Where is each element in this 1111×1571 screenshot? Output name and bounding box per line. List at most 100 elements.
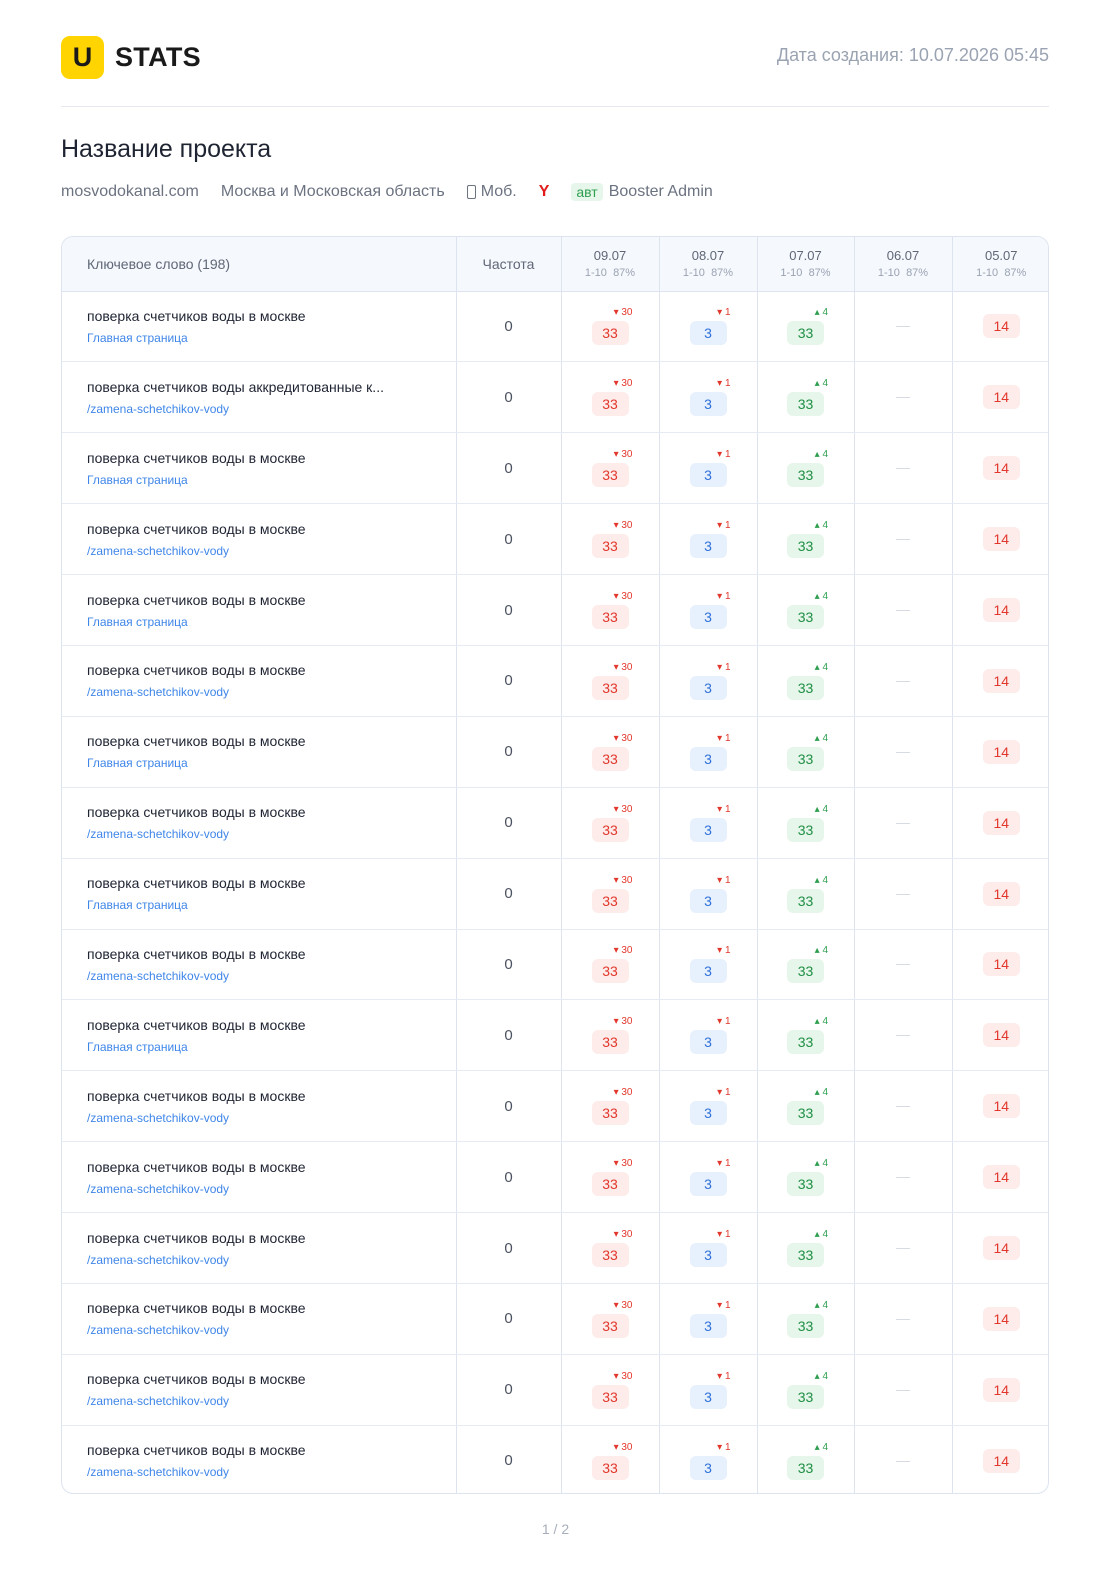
change-value: 30 <box>621 1087 633 1099</box>
position-block: ▴ 4 33 <box>787 1016 828 1055</box>
frequency-column-header[interactable]: Частота <box>456 237 562 292</box>
no-position: — <box>896 1309 910 1326</box>
position-cell: ▴ 4 33 <box>757 787 855 859</box>
keyword-url-link[interactable]: /zamena-schetchikov-vody <box>87 969 456 983</box>
position-badge: 33 <box>591 1455 629 1480</box>
position-block: ▾ 1 3 <box>689 1158 731 1197</box>
keyword-url-link[interactable]: /zamena-schetchikov-vody <box>87 1323 456 1337</box>
position-change: ▴ 4 <box>815 1229 828 1240</box>
arrow-up-icon: ▴ <box>814 378 820 390</box>
date-column-header[interactable]: 09.07 1-10 87% <box>561 237 660 292</box>
keyword-url-link[interactable]: /zamena-schetchikov-vody <box>87 1253 456 1267</box>
keyword-url-link[interactable]: /zamena-schetchikov-vody <box>87 402 456 416</box>
position-block: ▾ 1 3 <box>689 449 731 488</box>
no-position: — <box>896 884 910 901</box>
arrow-down-icon: ▾ <box>717 520 723 532</box>
position-change: ▾ 1 <box>717 1300 730 1311</box>
position-badge: 33 <box>591 675 629 700</box>
position-cell: ▾ 1 3 <box>659 1212 758 1284</box>
position-block: ▾ 30 33 <box>591 378 633 417</box>
auto-badge: авт <box>571 183 603 201</box>
position-cell: — <box>854 858 953 930</box>
position-badge: 3 <box>689 1243 727 1268</box>
keyword-url-link[interactable]: /zamena-schetchikov-vody <box>87 1465 456 1479</box>
keyword-text: поверка счетчиков воды в москве <box>87 1300 306 1317</box>
position-cell: — <box>854 1141 953 1214</box>
position-cell: 14 <box>952 1283 1048 1355</box>
position-badge: 3 <box>689 675 727 700</box>
position-cell: 14 <box>952 999 1048 1072</box>
position-change: ▾ 1 <box>717 1371 730 1382</box>
position-change: ▾ 30 <box>614 1087 633 1098</box>
top-range: 1-10 <box>682 267 705 280</box>
keyword-url-link[interactable]: /zamena-schetchikov-vody <box>87 685 456 699</box>
position-cell: 14 <box>952 291 1048 363</box>
position-change: ▾ 1 <box>717 591 730 602</box>
change-value: 4 <box>822 520 828 532</box>
position-block: ▾ 1 3 <box>689 875 731 913</box>
keyword-text: поверка счетчиков воды в москве <box>87 307 306 324</box>
keyword-url-link[interactable]: Главная страница <box>87 1040 456 1054</box>
change-value: 1 <box>724 1441 731 1453</box>
frequency-cell: 0 <box>456 291 562 363</box>
arrow-down-icon: ▾ <box>717 661 723 673</box>
change-value: 30 <box>621 661 633 673</box>
date-column-header[interactable]: 05.07 1-10 87% <box>952 237 1048 292</box>
position-badge: 3 <box>689 746 727 771</box>
position-block: ▴ 4 33 <box>787 1371 828 1409</box>
position-cell: ▴ 4 33 <box>757 432 855 505</box>
position-cell: ▾ 30 33 <box>561 1070 660 1143</box>
date-column-header[interactable]: 06.07 1-10 87% <box>854 237 953 292</box>
position-change: ▾ 1 <box>717 804 730 815</box>
position-badge: 14 <box>982 881 1020 906</box>
position-block: ▾ 1 3 <box>689 378 731 417</box>
keyword-url-link[interactable]: Главная страница <box>87 756 456 770</box>
position-badge: 14 <box>982 952 1020 977</box>
keyword-url-link[interactable]: Главная страница <box>87 473 456 487</box>
position-cell: ▾ 1 3 <box>659 432 758 505</box>
position-cell: ▾ 1 3 <box>659 361 758 434</box>
keyword-url-link[interactable]: /zamena-schetchikov-vody <box>87 544 456 558</box>
position-change: ▾ 30 <box>614 520 633 531</box>
keyword-url-link[interactable]: /zamena-schetchikov-vody <box>87 1182 456 1196</box>
keyword-url-link[interactable]: Главная страница <box>87 331 456 345</box>
change-value: 1 <box>724 732 731 744</box>
position-block: ▴ 4 33 <box>787 1229 828 1268</box>
position-cell: ▴ 4 33 <box>757 574 855 646</box>
position-badge: 33 <box>591 1243 629 1268</box>
keyword-text: поверка счетчиков воды в москве <box>87 520 306 537</box>
yandex-icon: Y <box>538 183 550 200</box>
keyword-column-header[interactable]: Ключевое слово (198) <box>62 237 457 292</box>
position-cell: ▾ 30 33 <box>561 432 660 505</box>
arrow-down-icon: ▾ <box>717 1087 723 1099</box>
arrow-up-icon: ▴ <box>814 874 820 886</box>
position-badge: 3 <box>689 605 727 629</box>
date-column-header[interactable]: 08.07 1-10 87% <box>659 237 758 292</box>
position-cell: ▾ 1 3 <box>659 1141 758 1214</box>
frequency-cell: 0 <box>456 1070 562 1143</box>
keyword-cell: поверка счетчиков воды в москве/zamena-s… <box>62 787 457 859</box>
position-badge: 33 <box>787 675 824 700</box>
change-value: 4 <box>822 1370 828 1382</box>
no-position: — <box>896 1026 910 1043</box>
arrow-down-icon: ▾ <box>613 1229 619 1241</box>
keyword-text: поверка счетчиков воды в москве <box>87 1229 306 1246</box>
change-value: 1 <box>724 591 731 602</box>
date-column-header[interactable]: 07.07 1-10 87% <box>757 237 855 292</box>
keyword-url-link[interactable]: Главная страница <box>87 615 456 629</box>
date-stats: 1-10 87% <box>660 267 757 279</box>
change-value: 1 <box>724 945 731 957</box>
keyword-url-link[interactable]: Главная страница <box>87 898 456 912</box>
arrow-down-icon: ▾ <box>613 1299 619 1311</box>
keyword-url-link[interactable]: /zamena-schetchikov-vody <box>87 827 456 841</box>
keyword-cell: поверка счетчиков воды в москве/zamena-s… <box>62 645 457 717</box>
arrow-down-icon: ▾ <box>717 803 723 815</box>
change-value: 4 <box>822 1016 828 1028</box>
keyword-text: поверка счетчиков воды в москве <box>87 875 306 892</box>
frequency-cell: 0 <box>456 1283 562 1355</box>
position-block: ▾ 1 3 <box>689 1442 731 1480</box>
change-value: 1 <box>724 1299 731 1311</box>
keyword-url-link[interactable]: /zamena-schetchikov-vody <box>87 1394 456 1408</box>
keyword-url-link[interactable]: /zamena-schetchikov-vody <box>87 1111 456 1125</box>
no-position: — <box>896 459 910 476</box>
